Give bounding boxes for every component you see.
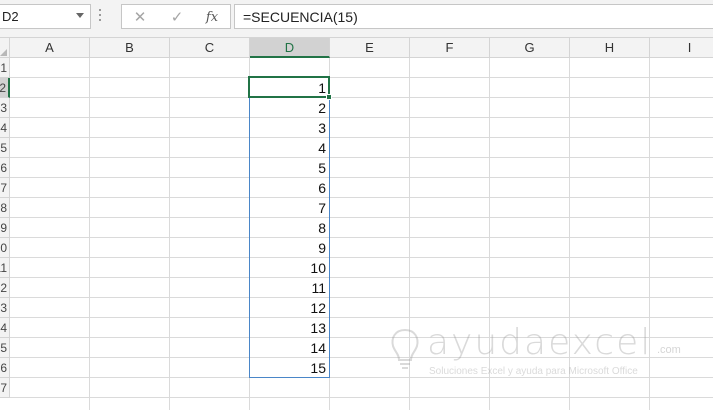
row-header-1[interactable]: 1 — [0, 58, 10, 78]
gridline-horizontal — [10, 117, 713, 118]
row-header-15[interactable]: 15 — [0, 338, 10, 358]
formula-bar: D2 ✕ ✓ fx =SECUENCIA(15) — [0, 0, 713, 38]
cell-d10[interactable]: 9 — [250, 238, 326, 258]
row-header-11[interactable]: 11 — [0, 258, 10, 278]
row-header-12[interactable]: 12 — [0, 278, 10, 298]
gridline-horizontal — [10, 177, 713, 178]
row-number: 7 — [0, 181, 7, 195]
row-header-8[interactable]: 8 — [0, 198, 10, 218]
row-header-4[interactable]: 4 — [0, 118, 10, 138]
column-header-c[interactable]: C — [170, 38, 250, 58]
column-header-h[interactable]: H — [570, 38, 650, 58]
gridline-horizontal — [10, 377, 713, 378]
column-header-e[interactable]: E — [330, 38, 410, 58]
check-icon[interactable]: ✓ — [165, 7, 189, 27]
cell-grid[interactable]: 1 2 3 4 5 6 7 8 9 10 11 12 13 14 15 — [10, 58, 713, 410]
row-number: 17 — [0, 381, 7, 395]
row-header-14[interactable]: 14 — [0, 318, 10, 338]
cell-d14[interactable]: 13 — [250, 318, 326, 338]
gridline-horizontal — [10, 277, 713, 278]
cell-d8[interactable]: 7 — [250, 198, 326, 218]
cell-d15[interactable]: 14 — [250, 338, 326, 358]
gridline-horizontal — [10, 257, 713, 258]
row-number: 5 — [0, 141, 7, 155]
row-header-13[interactable]: 13 — [0, 298, 10, 318]
cell-d4[interactable]: 3 — [250, 118, 326, 138]
row-header-6[interactable]: 6 — [0, 158, 10, 178]
row-number: 14 — [0, 321, 7, 335]
name-box-value[interactable]: D2 — [2, 9, 19, 24]
gridline-horizontal — [10, 157, 713, 158]
row-header-9[interactable]: 9 — [0, 218, 10, 238]
insert-function-icon[interactable]: fx — [200, 7, 224, 27]
column-header-g[interactable]: G — [490, 38, 570, 58]
row-header-2[interactable]: 2 — [0, 78, 10, 98]
row-number: 12 — [0, 281, 7, 295]
row-number: 2 — [0, 81, 6, 95]
column-header-d[interactable]: D — [250, 38, 330, 58]
formula-text[interactable]: =SECUENCIA(15) — [243, 9, 358, 25]
column-header-a[interactable]: A — [10, 38, 90, 58]
row-number: 8 — [0, 201, 7, 215]
gridline-horizontal — [10, 237, 713, 238]
cell-d16[interactable]: 15 — [250, 358, 326, 378]
cancel-icon[interactable]: ✕ — [128, 7, 152, 27]
row-number: 4 — [0, 121, 7, 135]
gridline-horizontal — [10, 317, 713, 318]
cell-d12[interactable]: 11 — [250, 278, 326, 298]
column-headers: ABCDEFGHI — [0, 38, 713, 58]
cell-d11[interactable]: 10 — [250, 258, 326, 278]
column-header-b[interactable]: B — [90, 38, 170, 58]
row-number: 1 — [0, 61, 7, 75]
grip-icon[interactable] — [99, 9, 102, 25]
row-header-17[interactable]: 17 — [0, 378, 10, 398]
gridline-horizontal — [10, 217, 713, 218]
row-number: 6 — [0, 161, 7, 175]
cell-d7[interactable]: 6 — [250, 178, 326, 198]
cell-d3[interactable]: 2 — [250, 98, 326, 118]
gridline-horizontal — [10, 397, 713, 398]
gridline-horizontal — [10, 337, 713, 338]
formula-buttons: ✕ ✓ fx — [121, 4, 231, 29]
row-number: 15 — [0, 341, 7, 355]
gridline-horizontal — [10, 97, 713, 98]
formula-input[interactable]: =SECUENCIA(15) — [234, 4, 713, 29]
row-number: 13 — [0, 301, 7, 315]
row-header-7[interactable]: 7 — [0, 178, 10, 198]
row-number: 3 — [0, 101, 7, 115]
column-header-f[interactable]: F — [410, 38, 490, 58]
select-all-button[interactable] — [0, 38, 10, 58]
gridline-horizontal — [10, 357, 713, 358]
gridline-horizontal — [10, 77, 713, 78]
gridline-horizontal — [10, 137, 713, 138]
row-header-3[interactable]: 3 — [0, 98, 10, 118]
name-box[interactable]: D2 — [0, 4, 91, 29]
cell-d9[interactable]: 8 — [250, 218, 326, 238]
row-header-5[interactable]: 5 — [0, 138, 10, 158]
cell-d13[interactable]: 12 — [250, 298, 326, 318]
column-header-i[interactable]: I — [650, 38, 713, 58]
active-cell-border[interactable] — [248, 76, 330, 98]
row-header-10[interactable]: 10 — [0, 238, 10, 258]
gridline-horizontal — [10, 197, 713, 198]
row-number: 11 — [0, 261, 7, 275]
cell-d5[interactable]: 4 — [250, 138, 326, 158]
row-header-16[interactable]: 16 — [0, 358, 10, 378]
row-number: 16 — [0, 361, 7, 375]
fill-handle[interactable] — [326, 94, 332, 100]
gridline-horizontal — [10, 297, 713, 298]
row-number: 9 — [0, 221, 7, 235]
row-number: 10 — [0, 241, 7, 255]
select-all-icon[interactable] — [0, 49, 7, 56]
cell-d6[interactable]: 5 — [250, 158, 326, 178]
chevron-down-icon[interactable] — [76, 13, 84, 18]
